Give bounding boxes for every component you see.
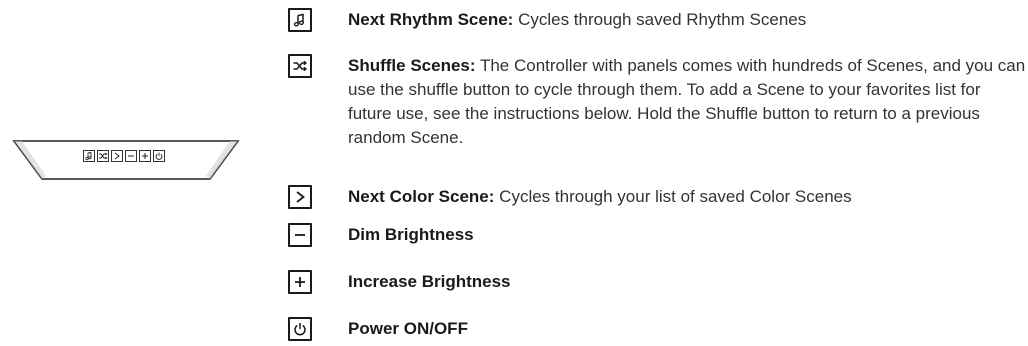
controller-chevron-right-icon (111, 150, 123, 162)
controller-illustration (10, 138, 242, 182)
power-title: Power ON/OFF (348, 319, 468, 338)
legend-row-power: Power ON/OFF (288, 317, 1028, 341)
legend-row-shuffle: Shuffle Scenes: The Controller with pane… (288, 54, 1028, 150)
legend-row-dim: Dim Brightness (288, 223, 1028, 247)
increase-title: Increase Brightness (348, 272, 511, 291)
color-description: Cycles through your list of saved Color … (499, 187, 852, 206)
controller-plus-icon (139, 150, 151, 162)
dim-title: Dim Brightness (348, 225, 474, 244)
legend-row-increase: Increase Brightness (288, 270, 1028, 294)
rhythm-description: Cycles through saved Rhythm Scenes (518, 10, 807, 29)
legend-row-color: Next Color Scene: Cycles through your li… (288, 185, 1028, 209)
controller-power-icon (153, 150, 165, 162)
shuffle-icon (288, 54, 312, 78)
controller-shuffle-icon (97, 150, 109, 162)
controller-minus-icon (125, 150, 137, 162)
power-icon (288, 317, 312, 341)
music-note-icon (288, 8, 312, 32)
rhythm-title: Next Rhythm Scene: (348, 10, 514, 29)
color-title: Next Color Scene: (348, 187, 495, 206)
shuffle-title: Shuffle Scenes: (348, 56, 476, 75)
legend-row-rhythm: Next Rhythm Scene: Cycles through saved … (288, 8, 1028, 32)
chevron-right-icon (288, 185, 312, 209)
plus-icon (288, 270, 312, 294)
controller-music-note-icon (83, 150, 95, 162)
minus-icon (288, 223, 312, 247)
